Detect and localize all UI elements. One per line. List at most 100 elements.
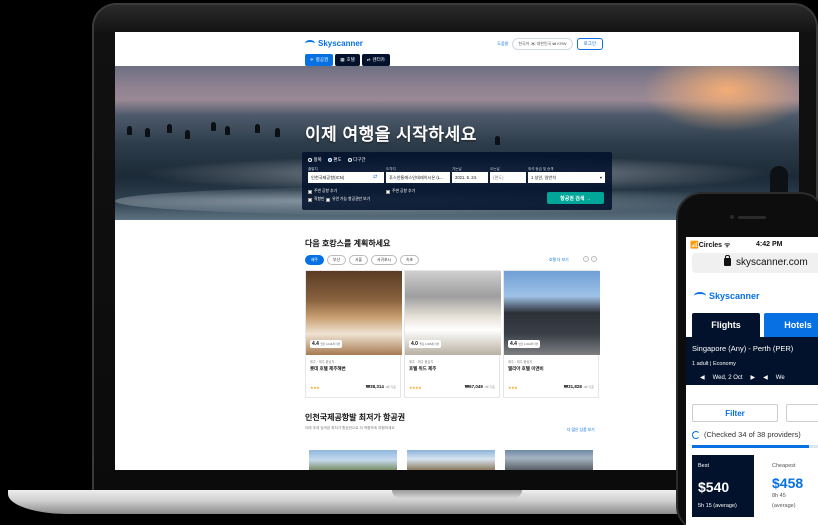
city-tab[interactable]: 제주 (305, 255, 324, 265)
cheapest-price: $458 (772, 475, 804, 491)
hero-title: 이제 여행을 시작하세요 (305, 125, 477, 144)
date-value: We (775, 374, 785, 381)
price-value: ₩67,049 (464, 384, 483, 389)
plane-icon: ✈ (310, 57, 314, 62)
hotel-stars: ★★★★ (409, 385, 422, 390)
radio-selected-icon (327, 158, 332, 162)
hero-swimmer (167, 124, 172, 133)
radio-icon (308, 158, 312, 162)
nearby-dest-check[interactable]: 주변 공항 추가 (386, 189, 415, 194)
rating-label: 멋진 1,022개 리뷰 (518, 343, 539, 346)
direct-only-check[interactable]: 직항만 (308, 197, 324, 202)
trip-type-label: 왕복 (313, 157, 322, 162)
checkbox-icon (326, 197, 330, 202)
rating-badge: 4.0 좋음 1,025개 리뷰 (409, 340, 442, 348)
progress-bar-fill (692, 445, 810, 448)
date-strip: ◀ Wed, 2 Oct ▶ ◀ We (700, 374, 785, 382)
mobile-skyscanner-logo[interactable]: Skyscanner (694, 291, 760, 301)
cheapest-result-card[interactable]: Cheapest $458 8h 45 (average) (766, 455, 818, 517)
return-date-input[interactable]: (편도) (490, 172, 526, 183)
tab-flights[interactable]: Flights (692, 313, 760, 337)
cabin-passenger-select[interactable]: 1 성인, 일반석 ▾ (528, 172, 605, 183)
destination-photo[interactable] (407, 450, 495, 470)
hero-swimmer (127, 126, 132, 135)
locale-selector[interactable]: 한국어 🇰🇷 대한민국 ₩ KRW (512, 38, 573, 50)
next-arrow-icon[interactable]: › (591, 256, 597, 262)
hotel-name: 앨리아 호텔 이앤비 (508, 366, 544, 371)
flights-section-subtitle: 아래 추세 검색된 최저가 항공권으로 더 적합하게 여행하세요 (305, 426, 395, 430)
url-text: skyscanner.com (736, 257, 808, 268)
hotel-carousel-pager: ‹ › (583, 256, 597, 262)
rating-badge: 4.4 멋진 4,116개 리뷰 (310, 340, 343, 348)
header-actions: 도움말 한국어 🇰🇷 대한민국 ₩ KRW 로그인 (497, 38, 603, 50)
hotel-card[interactable]: 4.4 멋진 4,116개 리뷰 제주 · 제주 중심지 롯데 호텔 제주해변 … (305, 270, 402, 398)
checkbox-label: 유연 가능 항공권만 보기 (332, 197, 371, 201)
rating-score: 4.0 (411, 341, 418, 347)
hero-swimmer (225, 126, 230, 135)
sort-button[interactable] (786, 404, 818, 422)
tab-hotels[interactable]: ▦ 호텔 (335, 54, 360, 66)
login-button[interactable]: 로그인 (576, 38, 603, 50)
hotel-price: ₩31,828 1박 기준 (564, 384, 594, 389)
rating-label: 좋음 1,025개 리뷰 (419, 343, 440, 346)
prev-arrow-icon[interactable]: ‹ (583, 256, 589, 262)
lock-icon (724, 255, 731, 266)
bed-icon: ▦ (340, 57, 345, 62)
filter-button[interactable]: Filter (692, 404, 778, 422)
trip-type-multi[interactable]: 다구간 (347, 157, 366, 163)
skyscanner-logo[interactable]: Skyscanner (305, 39, 363, 48)
address-bar[interactable]: skyscanner.com (692, 253, 818, 273)
search-flights-button[interactable]: 항공권 검색 → (547, 192, 604, 204)
destination-input[interactable]: 푸스안통에스인데레이시온 (L... (386, 172, 450, 183)
next-date-icon[interactable]: ▶ (751, 374, 756, 381)
hotel-price: ₩38,314 1박 기준 (366, 384, 396, 389)
route-summary: Singapore (Any) - Perth (PER) (692, 344, 794, 353)
price-value: ₩31,828 (563, 384, 582, 389)
logo-text: Skyscanner (318, 39, 363, 48)
hero-swimmer (275, 128, 280, 137)
tab-car-hire[interactable]: ⇌ 렌터카 (361, 54, 390, 66)
tab-flights[interactable]: ✈ 항공권 (305, 54, 334, 66)
hotel-location: 제주 · 제주 중심지 (310, 360, 335, 364)
swap-icon[interactable]: ⇄ (373, 174, 377, 180)
flexible-ticket-check[interactable]: 유연 가능 항공권만 보기 (326, 197, 370, 202)
depart-date-input[interactable]: 2021. 5. 24. (452, 172, 488, 183)
cheapest-duration: 8h 45 (772, 493, 786, 499)
destination-photo[interactable] (505, 450, 593, 470)
hotel-price: ₩67,049 1박 기준 (465, 384, 495, 389)
hotel-stars: ★★★ (310, 385, 320, 390)
trip-type-round[interactable]: 왕복 (308, 157, 322, 163)
flight-search-panel: 왕복 편도 다구간 출발지 도착지 가는날 오는날 좌석 등급 및 승객 인천국… (302, 152, 612, 210)
hotel-card[interactable]: 4.0 좋음 1,025개 리뷰 제주 · 제주 중심지 호텔 위드 제주 ★★… (404, 270, 501, 398)
hotel-card[interactable]: 4.4 멋진 1,022개 리뷰 제주 · 제주 중심지 앨리아 호텔 이앤비 … (503, 270, 600, 398)
trip-type-label: 다구간 (353, 157, 366, 162)
logo-text: Skyscanner (709, 291, 760, 301)
mobile-browser-viewport: 📶Circles ᯤ 4:42 PM skyscanner.com Skysca… (686, 237, 818, 525)
passenger-summary: 1 adult | Economy (692, 361, 736, 367)
city-tab[interactable]: 부산 (327, 255, 346, 265)
more-hotels-link[interactable]: 호텔 더 보기 (549, 258, 569, 263)
tab-label: 호텔 (346, 57, 355, 62)
price-unit: 1박 기준 (385, 385, 396, 389)
more-flights-link[interactable]: 더 많은 상품 보기 (567, 428, 595, 433)
city-tab[interactable]: 속초 (399, 255, 419, 265)
checkbox-icon (308, 197, 312, 202)
help-link[interactable]: 도움말 (497, 41, 508, 47)
mobile-search-summary[interactable]: Singapore (Any) - Perth (PER) 1 adult | … (686, 337, 818, 385)
product-tabs: ✈ 항공권 ▦ 호텔 ⇌ 렌터카 (305, 54, 390, 66)
destination-photo[interactable] (309, 450, 397, 470)
city-tab[interactable]: 서귀포시 (371, 255, 397, 265)
trip-type-label: 편도 (333, 157, 342, 162)
laptop-notch (392, 490, 522, 498)
search-progress: (Checked 34 of 38 providers) (692, 430, 801, 439)
best-result-card[interactable]: Best $540 5h 15 (average) (692, 455, 754, 517)
tab-hotels[interactable]: Hotels (764, 313, 818, 337)
skyscanner-sun-icon (305, 40, 315, 47)
prev-date-icon[interactable]: ◀ (763, 374, 768, 381)
prev-date-icon[interactable]: ◀ (700, 374, 705, 381)
car-icon: ⇌ (366, 57, 371, 62)
city-tab[interactable]: 서울 (349, 255, 368, 265)
nearby-origin-check[interactable]: 주변 공항 추가 (308, 189, 337, 194)
trip-type-oneway[interactable]: 편도 (327, 157, 342, 163)
rating-score: 4.4 (510, 341, 517, 347)
